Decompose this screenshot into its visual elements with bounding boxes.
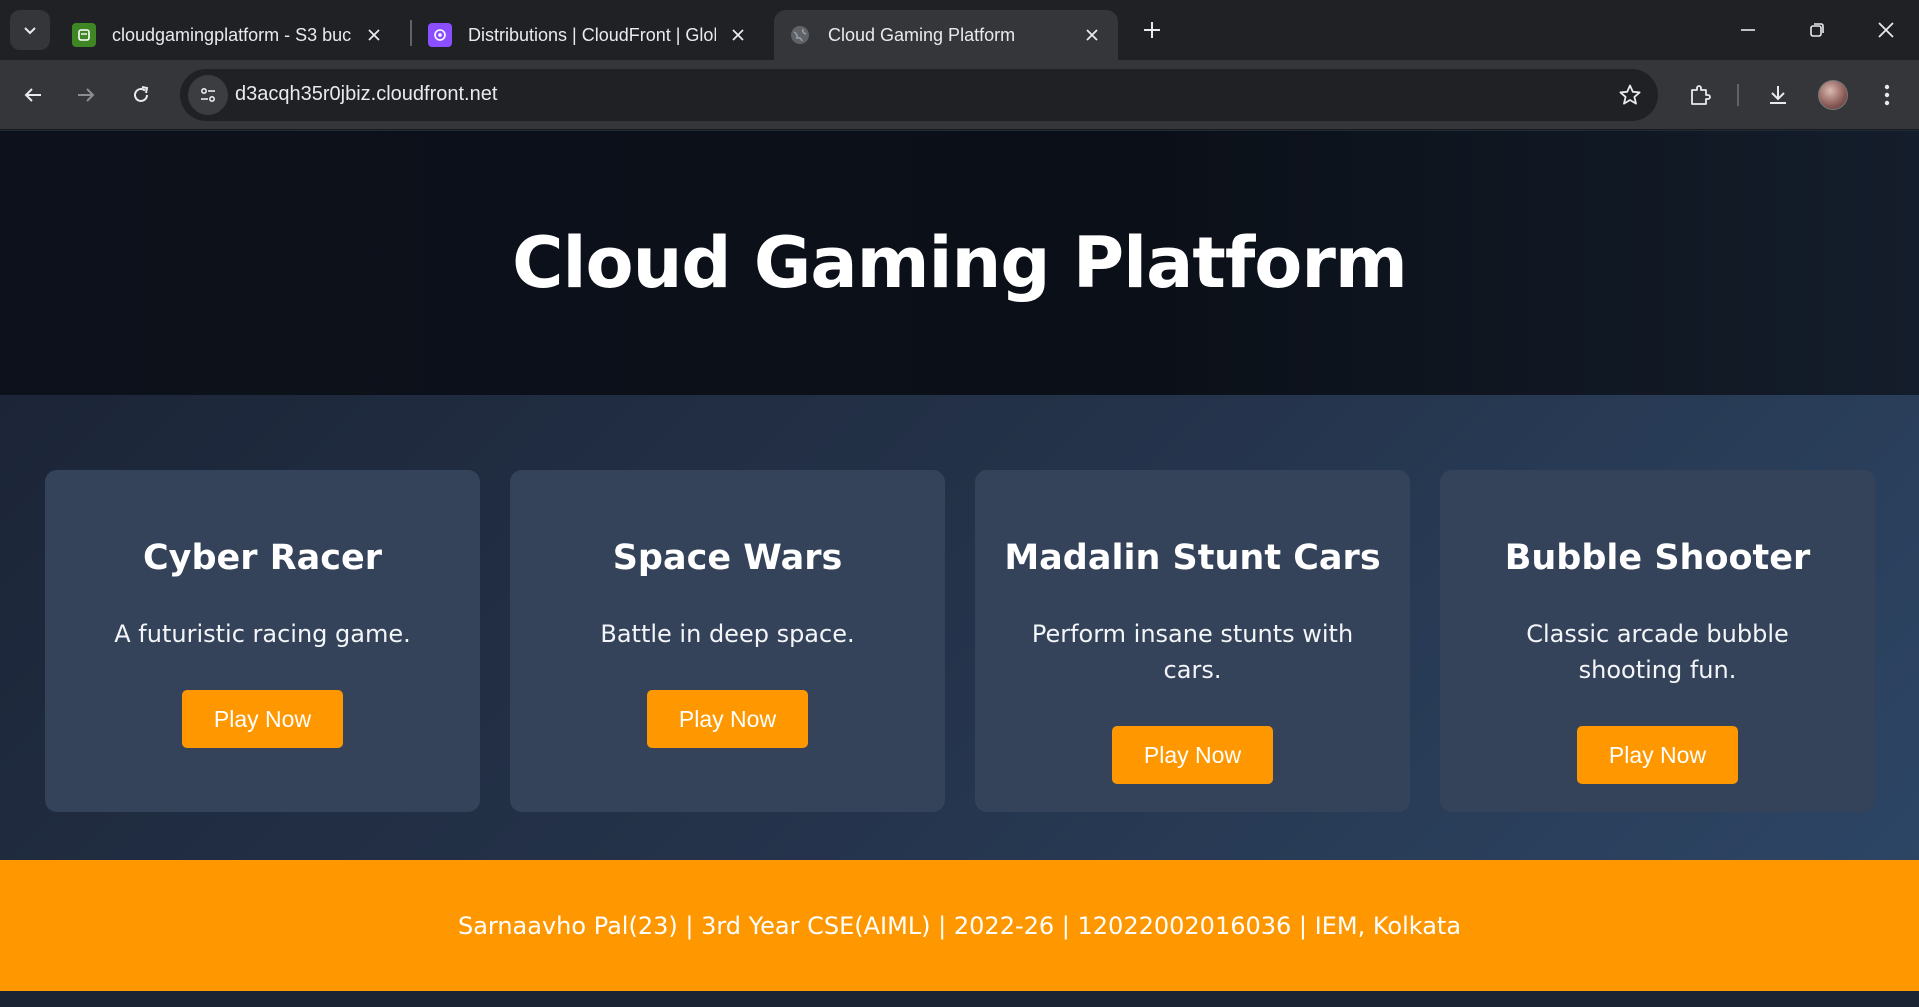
browser-toolbar: d3acqh35r0jbiz.cloudfront.net	[0, 60, 1919, 130]
arrow-left-icon	[24, 88, 41, 102]
puzzle-icon	[1691, 85, 1711, 105]
globe-icon	[788, 23, 812, 47]
cloudfront-icon	[428, 23, 452, 47]
play-now-button[interactable]: Play Now	[182, 690, 343, 748]
minimize-button[interactable]	[1720, 8, 1776, 52]
game-description: Battle in deep space.	[600, 620, 855, 648]
page-bottom-strip	[0, 991, 1919, 1007]
kebab-menu-icon	[1884, 84, 1890, 106]
menu-button[interactable]	[1866, 74, 1908, 116]
downloads-button[interactable]	[1757, 74, 1799, 116]
tab-title: Distributions | CloudFront | Global	[468, 24, 716, 45]
play-now-button[interactable]: Play Now	[1112, 726, 1273, 784]
minimize-icon	[1741, 29, 1755, 31]
tab-separator	[410, 20, 412, 46]
close-icon[interactable]	[1080, 23, 1104, 47]
arrow-right-icon	[78, 88, 95, 102]
address-bar[interactable]: d3acqh35r0jbiz.cloudfront.net	[180, 69, 1658, 121]
game-title: Bubble Shooter	[1504, 538, 1811, 578]
page-header: Cloud Gaming Platform	[0, 131, 1919, 395]
tab-title: Cloud Gaming Platform	[828, 24, 1016, 45]
reload-button[interactable]	[119, 73, 163, 117]
bookmark-star-button[interactable]	[1616, 81, 1644, 109]
game-title: Cyber Racer	[142, 538, 383, 578]
play-now-button[interactable]: Play Now	[1577, 726, 1738, 784]
game-description: Classic arcade bubble shooting fun.	[1526, 620, 1789, 684]
forward-button[interactable]	[64, 73, 108, 117]
play-now-button[interactable]: Play Now	[647, 690, 808, 748]
tab-search-button[interactable]	[10, 10, 50, 50]
back-button[interactable]	[11, 73, 55, 117]
tab-cloudfront[interactable]: Distributions | CloudFront | Global	[414, 10, 764, 60]
close-icon[interactable]	[726, 23, 750, 47]
game-list: Cyber Racer A futuristic racing game. Pl…	[45, 470, 1875, 812]
game-card: Cyber Racer A futuristic racing game. Pl…	[45, 470, 480, 812]
tab-title: cloudgamingplatform - S3 bucket	[112, 24, 352, 45]
tab-strip: cloudgamingplatform - S3 bucket Distribu…	[0, 0, 1919, 60]
reload-icon	[134, 86, 149, 102]
game-description: A futuristic racing game.	[114, 620, 411, 648]
game-card: Madalin Stunt Cars Perform insane stunts…	[975, 470, 1410, 812]
footer-text: Sarnaavho Pal(23) | 3rd Year CSE(AIML) |…	[457, 911, 1462, 940]
url-text[interactable]: d3acqh35r0jbiz.cloudfront.net	[235, 83, 497, 106]
toolbar-separator	[1737, 84, 1739, 106]
page-footer: Sarnaavho Pal(23) | 3rd Year CSE(AIML) |…	[0, 860, 1919, 991]
tune-icon	[200, 87, 216, 103]
game-title: Madalin Stunt Cars	[1004, 538, 1381, 578]
tab-cloud-gaming[interactable]: Cloud Gaming Platform	[774, 10, 1118, 60]
profile-avatar[interactable]	[1818, 80, 1848, 110]
game-card: Space Wars Battle in deep space. Play No…	[510, 470, 945, 812]
page-content: Cloud Gaming Platform Cyber Racer A futu…	[0, 131, 1919, 1007]
s3-bucket-icon	[72, 23, 96, 47]
close-icon	[1878, 22, 1894, 38]
restore-button[interactable]	[1789, 8, 1845, 52]
new-tab-button[interactable]	[1136, 14, 1168, 46]
page-title: Cloud Gaming Platform	[512, 222, 1408, 304]
tab-s3-bucket[interactable]: cloudgamingplatform - S3 bucket	[58, 10, 400, 60]
extensions-button[interactable]	[1679, 74, 1721, 116]
restore-icon	[1810, 23, 1824, 37]
game-description: Perform insane stunts with cars.	[1031, 620, 1354, 684]
close-icon[interactable]	[362, 23, 386, 47]
download-icon	[1770, 86, 1786, 104]
star-icon	[1619, 84, 1641, 105]
game-card: Bubble Shooter Classic arcade bubble sho…	[1440, 470, 1875, 812]
close-window-button[interactable]	[1858, 8, 1914, 52]
site-info-button[interactable]	[188, 75, 228, 115]
game-title: Space Wars	[612, 538, 843, 578]
plus-icon	[1144, 22, 1160, 38]
chevron-down-icon	[24, 27, 36, 35]
